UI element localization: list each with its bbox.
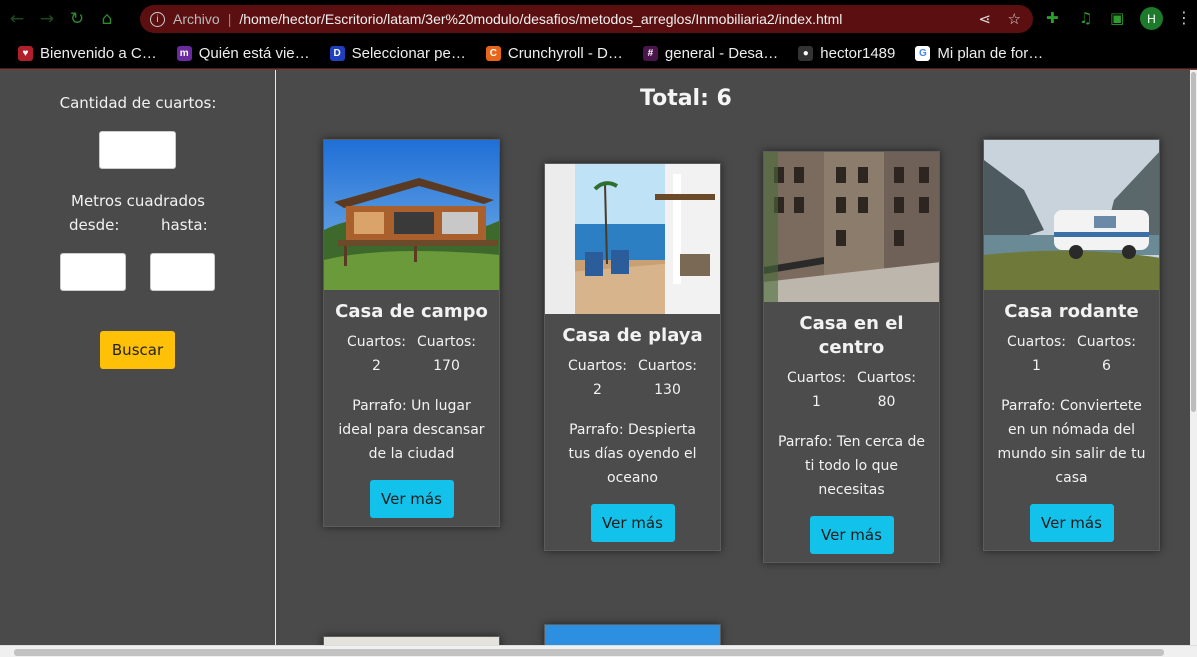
rooms-label: Cuartos: — [786, 370, 847, 386]
card-description: Parrafo: Un lugar ideal para descansar d… — [338, 398, 485, 462]
url-separator: | — [227, 11, 232, 27]
bookmark-favicon: m — [176, 45, 192, 61]
media-icon[interactable]: ♫ — [1079, 9, 1092, 27]
ver-mas-button[interactable]: Ver más — [590, 504, 675, 542]
rooms-value: 2 — [372, 358, 381, 374]
from-label: desde: — [69, 216, 120, 234]
google-icon: G — [915, 45, 931, 61]
card-rooms: Cuartos: 1 Cuartos: 6 — [984, 330, 1159, 378]
ver-mas-button[interactable]: Ver más — [809, 516, 894, 554]
card-description: Parrafo: Despierta tus días oyendo el oc… — [568, 422, 697, 486]
archivo-label: Archivo — [173, 11, 220, 27]
bookmark-favicon: D — [329, 45, 345, 61]
meters-from-input[interactable] — [60, 253, 126, 291]
property-image — [545, 164, 720, 314]
bookmark-item[interactable]: # general - Desa… — [642, 45, 778, 62]
bookmark-item[interactable]: m Quién está vie… — [176, 45, 310, 62]
ver-mas-button[interactable]: Ver más — [369, 480, 454, 518]
card-rooms: Cuartos: 2 Cuartos: 170 — [324, 330, 499, 378]
property-card: Casa de playa Cuartos: 2 Cuartos: 130 Parr… — [544, 163, 721, 551]
property-image — [984, 140, 1159, 290]
rooms-label: Cuartos: — [856, 370, 917, 386]
meters-label: Metros cuadrados — [71, 192, 205, 210]
bookmark-favicon: # — [642, 45, 658, 61]
search-button[interactable]: Buscar — [100, 331, 175, 369]
meters-to-input[interactable] — [150, 253, 215, 291]
scrollbar-thumb[interactable] — [14, 649, 1164, 656]
bookmark-item[interactable]: C Crunchyroll - D… — [485, 45, 623, 62]
forward-icon[interactable]: → — [34, 6, 60, 32]
rooms-label: Cuartos: — [637, 358, 698, 374]
github-icon: ● — [798, 45, 814, 61]
menu-icon[interactable]: ⋮ — [1176, 8, 1192, 27]
extensions-icon[interactable]: ✚ — [1046, 9, 1059, 27]
rooms-label: Cuartos: — [346, 334, 407, 350]
card-description: Parrafo: Ten cerca de ti todo lo que nec… — [778, 434, 925, 498]
total-heading: Total: 6 — [640, 86, 732, 111]
property-card — [323, 636, 500, 645]
rooms-label: Cuartos: — [416, 334, 477, 350]
info-icon[interactable]: i — [150, 11, 165, 27]
reload-icon[interactable]: ↻ — [64, 6, 90, 32]
card-rooms: Cuartos: 2 Cuartos: 130 — [545, 354, 720, 402]
rooms-label: Cuartos: — [1076, 334, 1137, 350]
rooms-value: 80 — [877, 394, 896, 410]
property-card: Casa de campo Cuartos: 2 Cuartos: 170 Parr… — [323, 139, 500, 527]
property-image — [764, 152, 939, 302]
rooms-label: Cantidad de cuartos: — [59, 94, 217, 112]
rooms-value: 1 — [1032, 358, 1041, 374]
filter-sidebar: Cantidad de cuartos: Metros cuadrados de… — [0, 70, 276, 645]
url-text[interactable]: /home/hector/Escritorio/latam/3er%20modu… — [239, 11, 842, 27]
rooms-value: 6 — [1102, 358, 1111, 374]
rooms-value: 170 — [433, 358, 460, 374]
to-label: hasta: — [161, 216, 208, 234]
card-rooms: Cuartos: 1 Cuartos: 80 — [764, 366, 939, 414]
card-description: Parrafo: Conviertete en un nómada del mu… — [997, 398, 1146, 486]
bookmark-item[interactable]: ● hector1489 — [798, 45, 895, 62]
property-card: Casa en el centro Cuartos: 1 Cuartos: 80 P… — [763, 151, 940, 563]
address-bar[interactable]: i Archivo | /home/hector/Escritorio/lata… — [140, 5, 1033, 33]
page-content: Cantidad de cuartos: Metros cuadrados de… — [0, 70, 1190, 645]
bookmarks-bar: ♥ Bienvenido a C… m Quién está vie… D Selec… — [0, 38, 1197, 69]
rooms-value: 2 — [593, 382, 602, 398]
rooms-label: Cuartos: — [567, 358, 628, 374]
scrollbar-thumb[interactable] — [1191, 72, 1196, 412]
share-icon[interactable]: ⋖ — [978, 10, 991, 28]
vertical-scrollbar[interactable] — [1190, 70, 1197, 645]
card-title: Casa de playa — [562, 325, 703, 346]
bookmark-item[interactable]: D Seleccionar pe… — [329, 45, 466, 62]
bookmark-item[interactable]: ♥ Bienvenido a C… — [18, 45, 157, 62]
bookmark-favicon: C — [485, 45, 501, 61]
profile-avatar[interactable]: H — [1140, 7, 1163, 30]
back-icon[interactable]: ← — [4, 6, 30, 32]
property-image — [324, 637, 499, 645]
bookmark-item[interactable]: G Mi plan de for… — [915, 45, 1043, 62]
home-icon[interactable]: ⌂ — [94, 6, 120, 32]
property-card: Casa rodante Cuartos: 1 Cuartos: 6 Parrafo… — [983, 139, 1160, 551]
rooms-label: Cuartos: — [1006, 334, 1067, 350]
card-title: Casa de campo — [335, 301, 488, 322]
property-image — [324, 140, 499, 290]
card-title: Casa rodante — [1004, 301, 1139, 322]
rooms-value: 130 — [654, 382, 681, 398]
bookmark-favicon: ♥ — [18, 45, 33, 61]
sidepanel-icon[interactable]: ▣ — [1110, 9, 1124, 27]
horizontal-scrollbar[interactable] — [0, 645, 1197, 657]
rooms-input[interactable] — [99, 131, 176, 169]
card-title: Casa en el centro — [799, 313, 904, 358]
ver-mas-button[interactable]: Ver más — [1029, 504, 1114, 542]
property-image — [545, 625, 720, 645]
star-icon[interactable]: ☆ — [1008, 10, 1021, 28]
rooms-value: 1 — [812, 394, 821, 410]
property-card — [544, 624, 721, 645]
